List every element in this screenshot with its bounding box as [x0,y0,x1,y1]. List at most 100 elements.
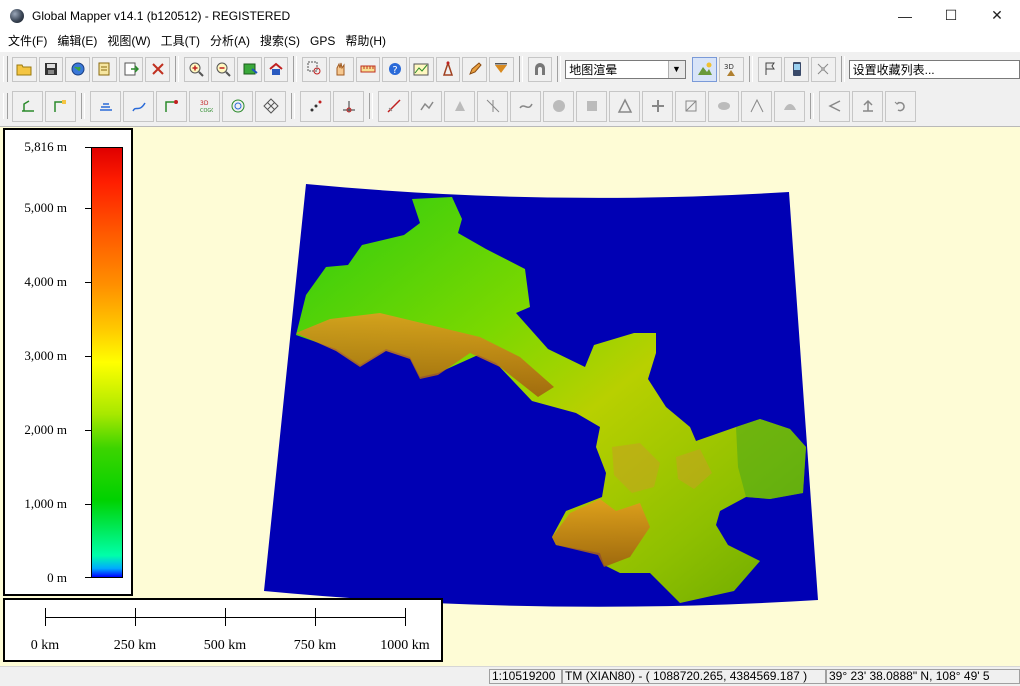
full-view-button[interactable] [237,56,262,82]
gray-tool-icon [894,101,905,112]
legend-color-ramp [91,147,123,578]
split-line-button[interactable] [378,90,409,122]
svg-text:3D: 3D [724,63,734,71]
menu-analysis[interactable]: 分析(A) [205,32,255,49]
gps-tracking-button[interactable] [811,56,836,82]
menu-search[interactable]: 搜索(S) [255,32,305,49]
pan-tool-button[interactable] [329,56,354,82]
legend-tick [85,282,91,283]
feature-info-button[interactable]: ? [382,56,408,82]
map-canvas[interactable] [0,127,1020,666]
tool-l-button[interactable] [774,90,805,122]
gps-device-icon [792,62,801,76]
gray-tool-icon [518,103,533,109]
toolbar-grip[interactable] [3,93,8,119]
flag-button[interactable] [757,56,783,82]
web-data-button[interactable] [65,56,90,82]
bookmark-select[interactable]: 设置收藏列表... [848,59,1020,79]
folder-icon [16,64,32,76]
tool-b-button[interactable] [444,90,475,122]
flag-icon [765,62,775,75]
minimize-button[interactable]: — [882,0,928,31]
tool-j-button[interactable] [708,90,739,122]
map-view[interactable] [0,127,1020,666]
toolbar-separator [81,93,85,119]
menu-tools[interactable]: 工具(T) [156,32,205,49]
save-button[interactable] [38,56,64,82]
scale-label: 1000 km [380,638,430,653]
3d-view-toggle-button[interactable] [527,56,553,82]
open-folder-button[interactable] [11,56,37,82]
tool-o-button[interactable] [885,90,916,122]
scale-bar: 0 km 250 km 500 km 750 km 1000 km [3,598,443,662]
toolbar-separator [748,56,753,82]
home-button[interactable] [263,56,289,82]
menu-view[interactable]: 视图(W) [102,32,155,49]
zoom-out-button[interactable] [210,56,236,82]
coordinate-button[interactable]: 3DCOGO [189,90,220,122]
path-profile-button[interactable] [409,56,434,82]
edit-vertex-button[interactable] [45,90,76,122]
tool-a-button[interactable] [411,90,442,122]
tool-i-button[interactable] [675,90,706,122]
range-ring-button[interactable] [222,90,253,122]
legend-label: 1,000 m [24,496,67,511]
maximize-button[interactable]: ☐ [928,0,974,31]
tool-d-button[interactable] [510,90,541,122]
menu-file[interactable]: 文件(F) [3,32,52,49]
legend-tick [85,208,91,209]
edit-vertex-icon [53,100,66,112]
status-projection: TM (XIAN80) - ( 1088720.265, 4384569.187… [562,669,826,684]
info-icon: ? [388,63,401,76]
tool-g-button[interactable] [609,90,640,122]
create-area-button[interactable] [90,90,121,122]
create-line-button[interactable] [123,90,154,122]
snap-button[interactable] [333,90,364,122]
cut-fill-button[interactable] [489,56,514,82]
menu-help[interactable]: 帮助(H) [340,32,391,49]
tool-e-button[interactable] [543,90,574,122]
shader-select[interactable]: 地图渲晕 ▼ [565,59,686,79]
scale-tick [405,608,406,626]
view-shed-button[interactable] [435,56,461,82]
status-bar: 1:10519200 TM (XIAN80) - ( 1088720.265, … [0,666,1020,686]
zoom-tool-button[interactable] [302,56,328,82]
satellite-icon [817,63,829,75]
zoom-in-button[interactable] [183,56,209,82]
svg-text:?: ? [392,65,397,76]
legend-label: 4,000 m [24,274,67,289]
hillshade-icon [697,62,712,75]
measure-tool-button[interactable] [355,56,381,82]
menu-edit[interactable]: 编辑(E) [52,32,102,49]
edit-tool-button[interactable] [12,90,43,122]
toolbar-separator [293,56,298,82]
hillshade-toggle-button[interactable] [692,56,718,82]
digitizer-button[interactable] [462,56,488,82]
toolbar-grip[interactable] [3,56,8,82]
scale-tick [315,608,316,626]
export-button[interactable] [118,56,144,82]
create-point-button[interactable] [156,90,187,122]
range-ring-icon [231,99,244,113]
tool-m-button[interactable] [819,90,850,122]
tool-k-button[interactable] [741,90,772,122]
overlay-control-button[interactable] [91,56,117,82]
3d-view-button[interactable]: 3D [719,56,744,82]
split-icon [386,99,401,113]
tool-n-button[interactable] [852,90,883,122]
tool-f-button[interactable] [576,90,607,122]
close-button[interactable]: ✕ [974,0,1020,31]
status-scale: 1:10519200 [489,669,562,684]
gps-device-button[interactable] [784,56,809,82]
tool-h-button[interactable] [642,90,673,122]
grid-button[interactable] [255,90,286,122]
profile-icon [413,63,429,76]
pencil-icon [468,62,482,75]
vertex-points-button[interactable] [300,90,331,122]
menu-gps[interactable]: GPS [305,34,340,48]
main-toolbar: ? 地图渲晕 ▼ 3D 设置收藏列表... [0,52,1020,87]
tool-c-button[interactable] [477,90,508,122]
status-latlon: 39° 23' 38.0888" N, 108° 49' 5 [826,669,1020,684]
chevron-down-icon[interactable]: ▼ [667,60,685,78]
config-button[interactable] [145,56,170,82]
